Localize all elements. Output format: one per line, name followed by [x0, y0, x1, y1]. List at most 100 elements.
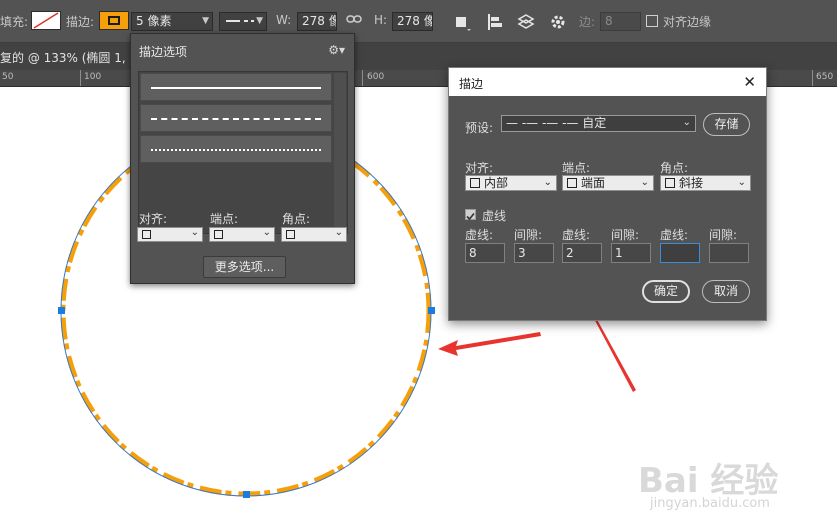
caps-dropdown[interactable]: ⌄ — [209, 227, 275, 242]
more-options-button[interactable]: 更多选项... — [203, 256, 286, 278]
preset-dropdown[interactable]: — -— -— -— 自定 ⌄ — [501, 115, 696, 132]
watermark-logo: Bai 经验 — [638, 461, 779, 501]
chevron-down-icon: ⌄ — [190, 227, 199, 238]
preset-label: 预设: — [465, 121, 494, 135]
dashed-preset[interactable] — [140, 104, 332, 132]
ruler-number: 600 — [367, 72, 385, 82]
caps-value: 端面 — [581, 176, 606, 190]
path-arrangement-icon[interactable] — [516, 12, 536, 32]
gap-label: 间隙: — [611, 228, 640, 242]
ruler-number: 650 — [816, 72, 834, 82]
dashed-label: 虚线 — [482, 209, 507, 223]
stroke-width-field[interactable]: 5 像素 ▼ — [131, 12, 213, 31]
anchor-point — [428, 307, 435, 314]
align-inside-icon — [142, 230, 151, 239]
stroke-type-dropdown[interactable]: ▼ — [219, 12, 267, 31]
align-edges-checkbox[interactable] — [646, 15, 658, 27]
stroke-options-panel: 描边选项 ⚙▾ 对齐: 端点: 角点: ⌄ ⌄ ⌄ 更多选项... — [130, 33, 355, 284]
gap-label: 间隙: — [514, 228, 543, 242]
dashed-line-checkbox[interactable] — [465, 209, 476, 221]
dash-label: 虚线: — [562, 228, 591, 242]
stroke-color-icon — [108, 16, 120, 25]
save-button[interactable]: 存储 — [703, 113, 750, 136]
stroke-label: 描边: — [66, 15, 95, 29]
dialog-title: 描边 — [459, 77, 484, 91]
ruler-number: 50 — [2, 72, 14, 82]
gear-icon[interactable]: ⚙▾ — [328, 43, 345, 57]
align-label: 对齐: — [139, 212, 168, 226]
ruler-number: 100 — [84, 72, 102, 82]
corners-dropdown[interactable]: ⌄ — [281, 227, 347, 242]
link-icon[interactable] — [346, 12, 362, 29]
stroke-swatch[interactable] — [99, 11, 129, 30]
chevron-down-icon: ⌄ — [682, 117, 691, 128]
dashed-line-icon — [151, 118, 321, 120]
dotted-line-icon — [151, 149, 321, 151]
chevron-down-icon: ▼ — [202, 16, 209, 26]
path-operations-icon[interactable] — [453, 12, 473, 32]
anchor-point — [58, 307, 65, 314]
checkmark-icon — [466, 212, 475, 221]
ruler-tick — [80, 70, 81, 86]
miter-join-icon — [286, 230, 295, 239]
w-label: W: — [276, 13, 292, 27]
align-value: 内部 — [484, 176, 509, 190]
align-inside-icon — [470, 178, 480, 188]
butt-cap-icon — [567, 178, 577, 188]
width-input[interactable]: 278 像 — [297, 12, 337, 31]
ruler-tick — [362, 70, 363, 86]
align-dropdown[interactable]: ⌄ — [137, 227, 203, 242]
ruler-tick — [812, 70, 813, 86]
dotted-preset[interactable] — [140, 135, 332, 163]
document-tab[interactable]: 复的 @ 133% (椭圆 1, R — [0, 43, 837, 70]
dash-label: 虚线: — [660, 228, 689, 242]
chevron-down-icon: ⌄ — [640, 177, 649, 188]
path-alignment-icon[interactable] — [485, 12, 505, 32]
dash-input-1[interactable]: 8 — [465, 243, 505, 263]
ok-button[interactable]: 确定 — [642, 280, 690, 303]
chevron-down-icon: ⌄ — [737, 177, 746, 188]
solid-preset[interactable] — [140, 73, 332, 101]
dialog-titlebar[interactable]: 描边 ✕ — [449, 68, 766, 96]
dash-line-icon — [226, 20, 254, 22]
chevron-down-icon: ▼ — [256, 16, 263, 26]
options-bar: 填充: 描边: 5 像素 ▼ ▼ W: 278 像 H: 278 像 边: 8 … — [0, 0, 837, 43]
gap-input-2[interactable]: 1 — [611, 243, 651, 263]
stroke-dialog: 描边 ✕ 预设: — -— -— -— 自定 ⌄ 存储 对齐: 端点: 角点: … — [448, 67, 767, 321]
watermark-url: jingyan.baidu.com — [650, 496, 770, 511]
edge-label: 边: — [579, 15, 596, 29]
corners-dropdown[interactable]: 斜接 ⌄ — [660, 175, 751, 191]
corners-value: 斜接 — [679, 176, 704, 190]
preset-scrollbar[interactable] — [334, 73, 346, 232]
gap-input-1[interactable]: 3 — [514, 243, 554, 263]
butt-cap-icon — [214, 230, 223, 239]
dash-label: 虚线: — [465, 228, 494, 242]
chevron-down-icon: ⌄ — [543, 177, 552, 188]
fill-label: 填充: — [0, 15, 29, 29]
gear-icon[interactable] — [549, 12, 569, 32]
stroke-preset-list — [138, 71, 348, 234]
panel-title: 描边选项 — [139, 45, 188, 59]
dash-input-3[interactable] — [660, 243, 700, 263]
annotation-arrow — [438, 332, 541, 356]
gap-input-3[interactable] — [709, 243, 749, 263]
document-title: 复的 @ 133% (椭圆 1, R — [0, 51, 138, 65]
align-dropdown[interactable]: 内部 ⌄ — [465, 175, 557, 191]
align-edges-label: 对齐边缘 — [663, 15, 712, 29]
align-label: 对齐: — [465, 161, 494, 175]
cancel-button[interactable]: 取消 — [702, 280, 750, 303]
dash-input-2[interactable]: 2 — [562, 243, 602, 263]
corners-label: 角点: — [660, 161, 689, 175]
height-input[interactable]: 278 像 — [392, 12, 433, 31]
caps-dropdown[interactable]: 端面 ⌄ — [562, 175, 654, 191]
close-icon[interactable]: ✕ — [743, 73, 756, 91]
preset-value: — -— -— -— 自定 — [506, 116, 607, 130]
corners-label: 角点: — [282, 212, 311, 226]
caps-label: 端点: — [210, 212, 239, 226]
fill-swatch[interactable] — [31, 11, 61, 30]
no-fill-icon — [33, 12, 59, 29]
stroke-width-value: 5 像素 — [136, 14, 172, 28]
caps-label: 端点: — [562, 161, 591, 175]
edge-input[interactable]: 8 — [600, 12, 641, 31]
miter-join-icon — [665, 178, 675, 188]
